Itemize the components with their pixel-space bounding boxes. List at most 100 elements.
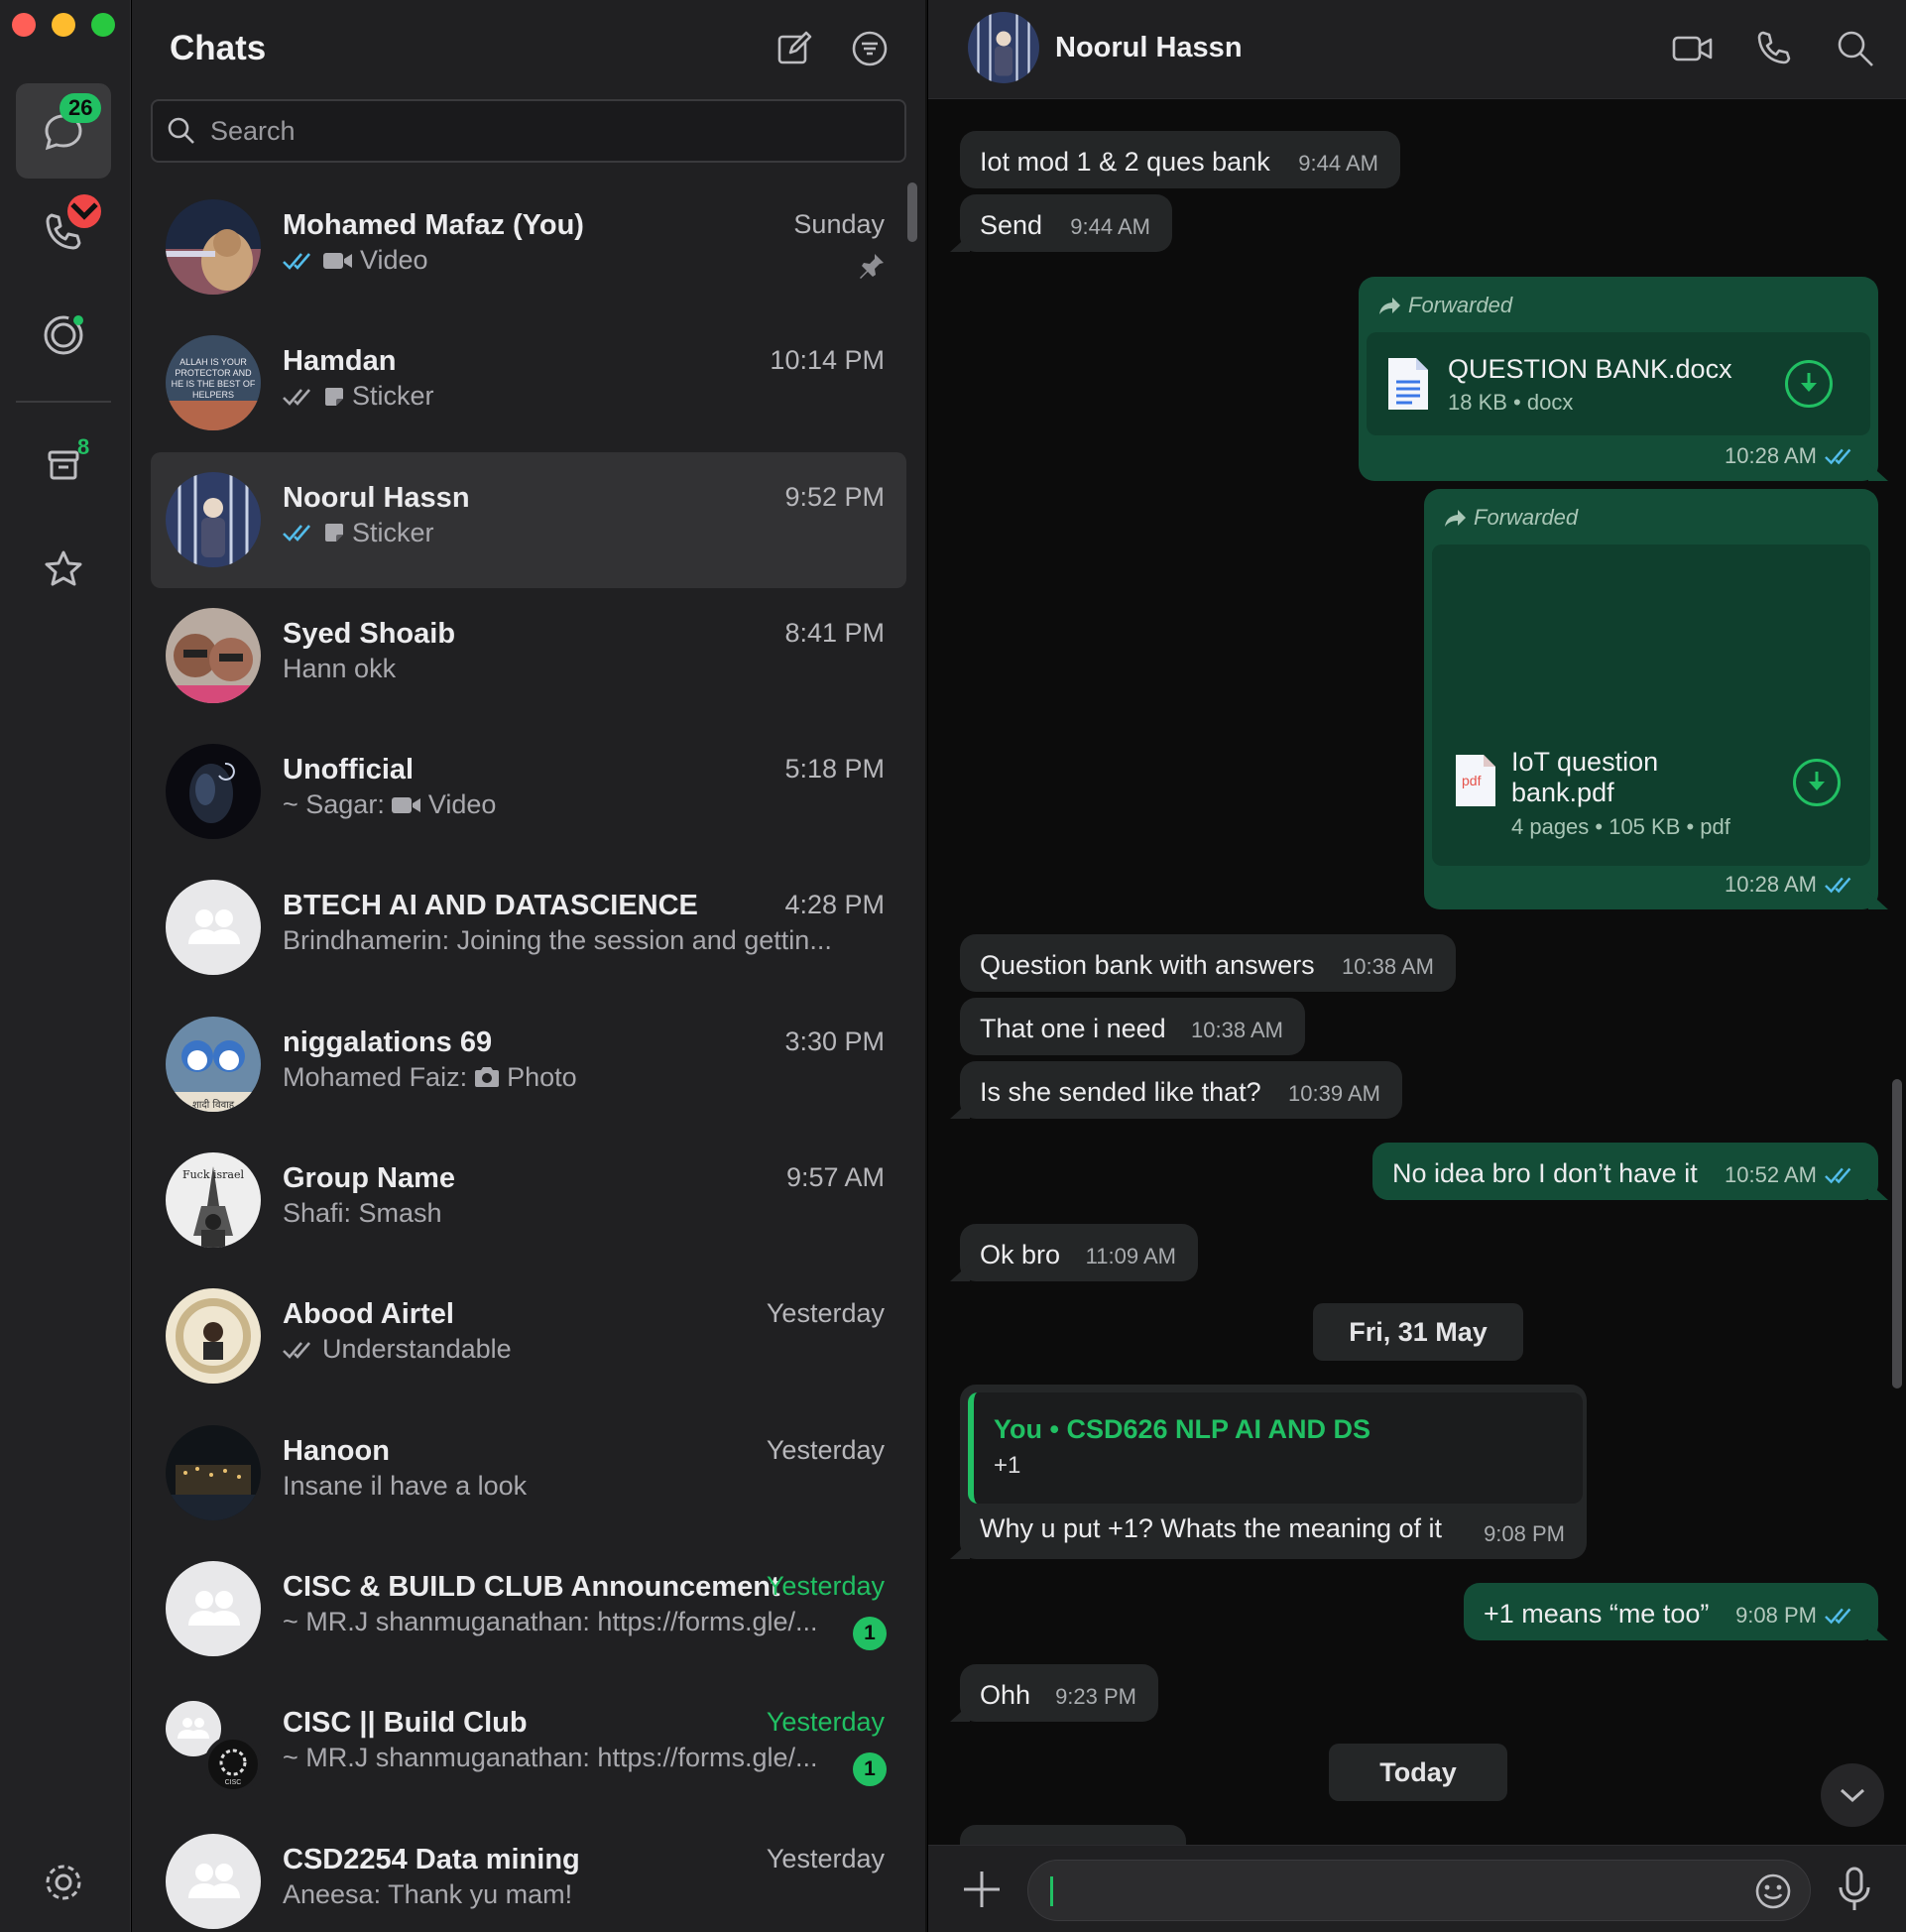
document-card[interactable]: pdf IoT question bank.pdf 4 pages • 105 K… (1432, 544, 1870, 866)
message-text: Send (980, 210, 1043, 240)
chat-preview: ~ MR.J shanmuganathan: https://forms.gle… (283, 1607, 838, 1637)
outgoing-document-message[interactable]: Forwarded pdf IoT question bank.pdf 4 pag… (1424, 489, 1878, 909)
forwarded-text: Forwarded (1408, 293, 1513, 317)
chat-name: Mohamed Mafaz (You) (283, 209, 584, 241)
chat-row[interactable]: Abood Airtel Yesterday Understandable (151, 1268, 906, 1404)
rail-archived-button[interactable]: 8 (16, 417, 111, 512)
outgoing-document-message[interactable]: Forwarded QUESTION BANK.docx 18 KB • doc… (1359, 277, 1878, 481)
close-window-button[interactable] (12, 13, 36, 37)
avatar (166, 199, 261, 295)
chat-row[interactable]: CISC & BUILD CLUB Announcement Yesterday… (151, 1541, 906, 1677)
archived-count: 8 (77, 434, 90, 459)
chat-time: Yesterday (766, 1434, 885, 1465)
chat-time: 9:52 PM (784, 481, 885, 512)
scroll-to-bottom-button[interactable] (1821, 1763, 1884, 1827)
unread-badge: 1 (853, 1616, 887, 1650)
svg-text:PROTECTOR AND: PROTECTOR AND (175, 368, 252, 378)
message-time-text: 10:28 AM (1725, 443, 1817, 468)
outgoing-message[interactable]: No idea bro I don’t have it 10:52 AM (1372, 1143, 1878, 1200)
outgoing-message[interactable]: +1 means “me too” 9:08 PM (1464, 1583, 1878, 1640)
download-button[interactable] (1793, 759, 1841, 806)
chat-row[interactable]: CISC CISC || Build Club Yesterday ~ MR.J… (151, 1677, 906, 1813)
rail-status-button[interactable] (16, 288, 111, 383)
chat-time: Yesterday (766, 1298, 885, 1329)
chat-preview: Insane il have a look (283, 1471, 838, 1502)
quoted-message[interactable]: You • CSD626 NLP AI AND DS +1 (968, 1392, 1583, 1504)
avatar (166, 471, 261, 567)
download-icon (1801, 373, 1817, 392)
page-title: Chats (170, 29, 267, 67)
contact-name[interactable]: Noorul Hassn (1055, 32, 1243, 64)
chat-name: CISC || Build Club (283, 1707, 528, 1740)
microphone-icon[interactable] (1833, 1866, 1876, 1913)
chat-name: BTECH AI AND DATASCIENCE (283, 890, 698, 922)
incoming-message[interactable]: Ohh 9:23 PM (960, 1664, 1158, 1722)
incoming-reply-message[interactable]: You • CSD626 NLP AI AND DS +1 Why u put … (960, 1385, 1587, 1559)
chat-preview-sender: Mohamed Faiz: (283, 1061, 468, 1092)
message-time: 9:08 PM (1735, 1603, 1856, 1629)
forward-icon (1445, 510, 1466, 527)
contact-avatar[interactable] (968, 12, 1039, 83)
voice-call-icon[interactable] (1753, 28, 1795, 69)
minimize-window-button[interactable] (52, 13, 75, 37)
emoji-icon[interactable] (1754, 1872, 1792, 1910)
search-icon[interactable] (1835, 28, 1876, 69)
rail-settings-button[interactable] (16, 1835, 111, 1930)
chat-preview: Video (283, 245, 838, 276)
message-input[interactable] (1027, 1860, 1811, 1921)
chat-row[interactable]: Fuck israel Group Name 9:57 AM Shafi: Sm… (151, 1133, 906, 1268)
conversation-scrollbar[interactable] (1892, 1079, 1902, 1389)
chat-row[interactable]: Unofficial 5:18 PM ~ Sagar: Video (151, 724, 906, 860)
attach-plus-icon[interactable] (960, 1868, 1004, 1911)
chat-name: Hanoon (283, 1434, 390, 1467)
message-composer (928, 1845, 1906, 1932)
chat-row[interactable]: CSD2254 Data mining Yesterday Aneesa: Th… (151, 1814, 906, 1932)
chat-preview: Mohamed Faiz: Photo (283, 1062, 838, 1093)
download-button[interactable] (1785, 360, 1833, 408)
chat-row[interactable]: ALLAH IS YOUR PROTECTOR AND HE IS THE BEST… (151, 315, 906, 451)
chat-preview: Understandable (283, 1334, 838, 1365)
incoming-message[interactable]: Ok bro 11:09 AM (960, 1224, 1198, 1281)
incoming-message[interactable]: Iot mod 1 & 2 ques bank 9:44 AM (960, 131, 1400, 188)
chat-row[interactable]: Mohamed Mafaz (You) Sunday Video (151, 180, 906, 315)
message-time: 11:09 AM (1085, 1244, 1176, 1268)
conversation-header: Noorul Hassn (928, 0, 1906, 99)
message-text: Why u put +1? Whats the meaning of it (980, 1513, 1443, 1543)
new-chat-icon[interactable] (774, 29, 814, 68)
document-name: IoT question bank.pdf (1511, 747, 1658, 808)
chat-name: CISC & BUILD CLUB Announcement (283, 1570, 780, 1603)
filter-icon[interactable] (850, 29, 890, 68)
incoming-message[interactable]: Is she sended like that? 10:39 AM (960, 1061, 1402, 1119)
chat-preview-text: Brindhamerin: Joining the session and ge… (283, 925, 832, 956)
rail-chats-button[interactable]: 26 (16, 83, 111, 179)
message-time: 9:23 PM (1055, 1684, 1136, 1709)
incoming-message[interactable]: Question bank with answers 10:38 AM (960, 934, 1456, 992)
zoom-window-button[interactable] (91, 13, 115, 37)
incoming-message[interactable]: That one i need 10:38 AM (960, 998, 1305, 1055)
chat-row-selected[interactable]: Noorul Hassn 9:52 PM Sticker (151, 451, 906, 588)
rail-calls-button[interactable] (16, 184, 111, 280)
document-card[interactable]: QUESTION BANK.docx 18 KB • docx (1367, 332, 1870, 435)
chat-time: 10:14 PM (770, 345, 885, 376)
incoming-message[interactable]: Send 9:44 AM (960, 194, 1172, 252)
chat-time: Yesterday (766, 1570, 885, 1601)
chat-time: Sunday (793, 209, 885, 239)
search-input[interactable] (210, 115, 855, 147)
camera-icon (475, 1067, 500, 1088)
docx-file-icon (1388, 358, 1428, 410)
chat-row[interactable]: शादी विवाह niggalations 69 3:30 PM Moham… (151, 997, 906, 1133)
video-call-icon[interactable] (1672, 28, 1714, 69)
message-text: That one i need (980, 1014, 1166, 1043)
chat-row[interactable]: Syed Shoaib 8:41 PM Hann okk (151, 588, 906, 724)
chat-list-scrollbar[interactable] (907, 182, 917, 242)
chat-name: CSD2254 Data mining (283, 1843, 580, 1875)
missed-call-badge (67, 194, 101, 228)
chat-row[interactable]: BTECH AI AND DATASCIENCE 4:28 PM Brindha… (151, 860, 906, 996)
chat-row[interactable]: Hanoon Yesterday Insane il have a look (151, 1405, 906, 1541)
search-box[interactable] (151, 99, 906, 163)
chat-preview: ~ MR.J shanmuganathan: https://forms.gle… (283, 1743, 838, 1773)
chat-list-header: Chats (170, 24, 890, 73)
rail-starred-button[interactable] (16, 522, 111, 617)
svg-text:CISC: CISC (225, 1779, 242, 1786)
document-preview (1432, 544, 1870, 739)
